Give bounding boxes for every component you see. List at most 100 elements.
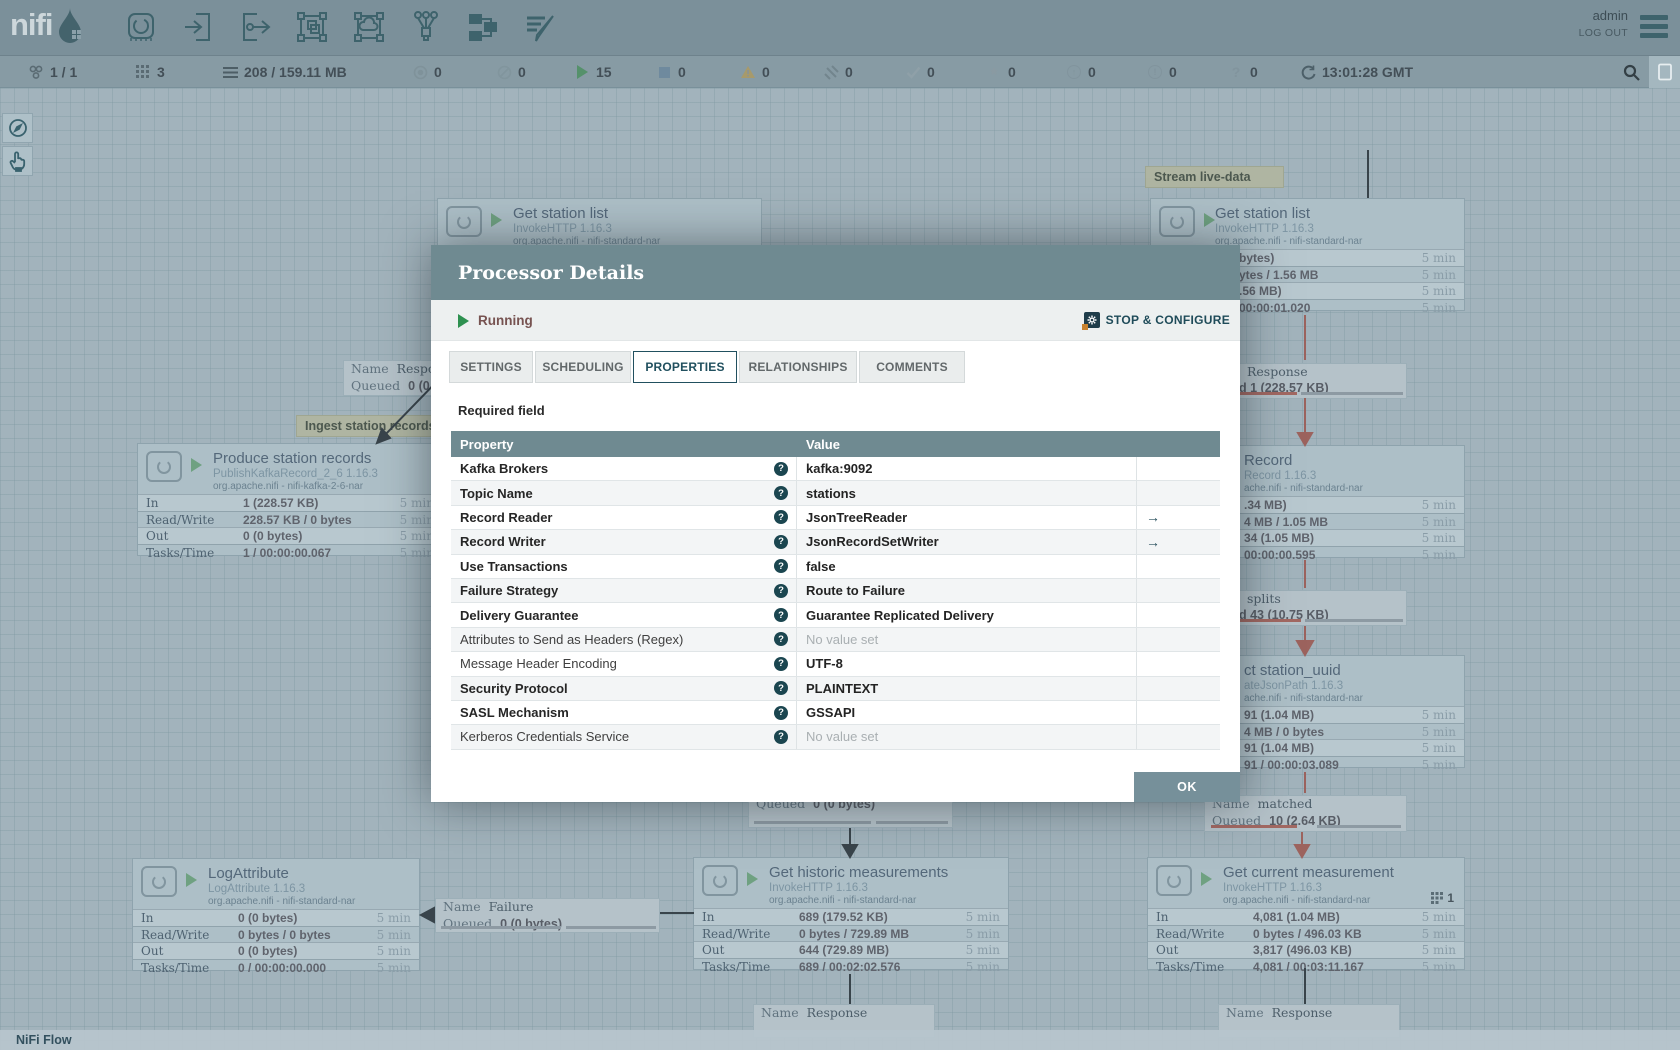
running-icon bbox=[747, 872, 758, 886]
processor-log-attribute[interactable]: LogAttribute LogAttribute 1.16.3 org.apa… bbox=[132, 858, 420, 975]
processor-get-historic-measurements[interactable]: Get historic measurements InvokeHTTP 1.1… bbox=[693, 857, 1009, 974]
property-row[interactable]: Security Protocol? PLAINTEXT bbox=[451, 676, 1220, 701]
property-value-cell[interactable]: UTF-8 bbox=[797, 652, 1137, 676]
property-value-cell[interactable]: stations bbox=[797, 481, 1137, 505]
processor-component-icon[interactable] bbox=[124, 9, 158, 45]
property-row[interactable]: Attributes to Send as Headers (Regex)? No… bbox=[451, 627, 1220, 653]
tab-properties[interactable]: PROPERTIES bbox=[633, 351, 737, 383]
info-cell bbox=[1137, 652, 1220, 675]
property-row[interactable]: Record Reader? JsonTreeReader → bbox=[451, 505, 1220, 531]
help-icon[interactable]: ? bbox=[774, 461, 788, 476]
property-row[interactable]: SASL Mechanism? GSSAPI bbox=[451, 700, 1220, 726]
processor-bundle: ache.nifi - nifi-standard-nar bbox=[1244, 693, 1363, 704]
property-value-cell[interactable]: Guarantee Replicated Delivery bbox=[797, 603, 1137, 627]
ok-button[interactable]: OK bbox=[1134, 772, 1240, 802]
property-value-cell[interactable]: false bbox=[797, 554, 1137, 578]
property-name-cell: Delivery Guarantee? bbox=[451, 603, 797, 627]
help-icon[interactable]: ? bbox=[774, 559, 788, 574]
processor-name: Produce station records bbox=[213, 450, 372, 467]
locally-modified-count-status: * 0 bbox=[986, 56, 1015, 88]
property-row[interactable]: Kafka Brokers? kafka:9092 bbox=[451, 457, 1220, 482]
help-icon[interactable]: ? bbox=[774, 486, 788, 501]
goto-controller-service-icon[interactable]: → bbox=[1146, 509, 1160, 525]
label-component-icon[interactable] bbox=[523, 9, 557, 45]
running-icon bbox=[191, 458, 202, 472]
processor-type: ateJsonPath 1.16.3 bbox=[1244, 680, 1344, 692]
help-icon[interactable]: ? bbox=[774, 705, 788, 720]
property-name-cell: Attributes to Send as Headers (Regex)? bbox=[451, 627, 797, 652]
help-icon[interactable]: ? bbox=[774, 534, 788, 549]
property-name-cell: SASL Mechanism? bbox=[451, 700, 797, 725]
dialog-tabs: SETTINGS SCHEDULING PROPERTIES RELATIONS… bbox=[449, 351, 965, 383]
running-icon bbox=[1201, 872, 1212, 886]
label-stream-live-data[interactable]: Stream live-data bbox=[1145, 166, 1284, 188]
connection-failure[interactable]: Name Failure Queued 0 (0 bytes) bbox=[435, 898, 660, 933]
global-menu-button[interactable] bbox=[1640, 15, 1668, 42]
sync-failure-icon: ! bbox=[1147, 65, 1163, 79]
remote-process-group-component-icon[interactable] bbox=[352, 9, 386, 45]
processor-get-current-measurement[interactable]: Get current measurement InvokeHTTP 1.16.… bbox=[1147, 857, 1465, 974]
info-cell bbox=[1137, 725, 1220, 748]
active-threads-status: 3 bbox=[135, 56, 165, 88]
processor-name: LogAttribute bbox=[208, 865, 289, 882]
tab-relationships[interactable]: RELATIONSHIPS bbox=[739, 351, 857, 383]
process-group-component-icon[interactable] bbox=[295, 9, 329, 45]
help-icon[interactable]: ? bbox=[774, 681, 788, 696]
cluster-icon bbox=[28, 64, 44, 80]
help-icon[interactable]: ? bbox=[774, 656, 788, 671]
processor-produce-station-records[interactable]: Produce station records PublishKafkaReco… bbox=[137, 443, 443, 560]
property-value-cell[interactable]: PLAINTEXT bbox=[797, 676, 1137, 700]
search-button[interactable] bbox=[1623, 56, 1640, 88]
help-icon[interactable]: ? bbox=[774, 583, 788, 598]
property-value-cell[interactable]: JsonTreeReader bbox=[797, 505, 1137, 530]
property-column-header: Property bbox=[460, 436, 514, 452]
tab-settings[interactable]: SETTINGS bbox=[449, 351, 533, 383]
help-icon[interactable]: ? bbox=[774, 608, 788, 623]
goto-controller-service-icon[interactable]: → bbox=[1146, 534, 1160, 550]
property-row[interactable]: Record Writer? JsonRecordSetWriter → bbox=[451, 530, 1220, 555]
processor-type-icon bbox=[702, 865, 738, 896]
operate-palette-button[interactable] bbox=[2, 146, 33, 176]
last-refreshed-time: 13:01:28 GMT bbox=[1322, 64, 1414, 80]
queue-size-indicator bbox=[754, 821, 871, 824]
processor-stats: In 4,081 (1.04 MB) 5 min Read/Write 0 bytes… bbox=[1148, 908, 1464, 974]
navigate-palette-button[interactable] bbox=[2, 113, 33, 143]
property-row[interactable]: Failure Strategy? Route to Failure bbox=[451, 578, 1220, 604]
logout-link[interactable]: LOG OUT bbox=[1579, 27, 1628, 39]
output-port-component-icon[interactable] bbox=[238, 9, 272, 45]
property-value-cell[interactable]: kafka:9092 bbox=[797, 457, 1137, 481]
tab-scheduling[interactable]: SCHEDULING bbox=[535, 351, 631, 383]
property-name-cell: Security Protocol? bbox=[451, 676, 797, 700]
help-icon[interactable]: ? bbox=[774, 632, 788, 647]
property-row[interactable]: Delivery Guarantee? Guarantee Replicated … bbox=[451, 603, 1220, 628]
property-value-cell[interactable]: Route to Failure bbox=[797, 578, 1137, 603]
bulletin-panel-button[interactable] bbox=[1649, 56, 1680, 88]
disabled-count-status: 0 bbox=[823, 56, 853, 88]
property-value-cell[interactable]: GSSAPI bbox=[797, 700, 1137, 725]
queue-count-indicator bbox=[1301, 392, 1403, 395]
property-row[interactable]: Kerberos Credentials Service? No value se… bbox=[451, 725, 1220, 750]
property-value-cell[interactable]: JsonRecordSetWriter bbox=[797, 530, 1137, 554]
property-row[interactable]: Use Transactions? false bbox=[451, 554, 1220, 579]
info-cell bbox=[1137, 603, 1220, 626]
refresh-icon[interactable] bbox=[1300, 65, 1316, 80]
funnel-component-icon[interactable] bbox=[409, 9, 443, 45]
info-column-header bbox=[1137, 431, 1220, 457]
property-value-cell[interactable]: No value set bbox=[797, 627, 1137, 652]
help-icon[interactable]: ? bbox=[774, 729, 788, 744]
property-row[interactable]: Topic Name? stations bbox=[451, 481, 1220, 506]
breadcrumb[interactable]: NiFi Flow bbox=[16, 1033, 72, 1047]
stop-and-configure-button[interactable]: STOP & CONFIGURE bbox=[1081, 312, 1230, 330]
info-cell bbox=[1137, 457, 1220, 480]
cluster-status: 1 / 1 bbox=[28, 56, 77, 88]
gear-icon bbox=[1081, 312, 1100, 330]
tab-comments[interactable]: COMMENTS bbox=[859, 351, 965, 383]
help-icon[interactable]: ? bbox=[774, 510, 788, 525]
template-component-icon[interactable] bbox=[466, 9, 500, 45]
property-row[interactable]: Message Header Encoding? UTF-8 bbox=[451, 652, 1220, 677]
unversioned-count-status: ? 0 bbox=[1228, 56, 1258, 88]
label-ingest-station-records[interactable]: Ingest station records bbox=[296, 415, 436, 437]
property-value-cell[interactable]: No value set bbox=[797, 725, 1137, 749]
input-port-component-icon[interactable] bbox=[181, 9, 215, 45]
processor-type-icon bbox=[446, 206, 482, 237]
